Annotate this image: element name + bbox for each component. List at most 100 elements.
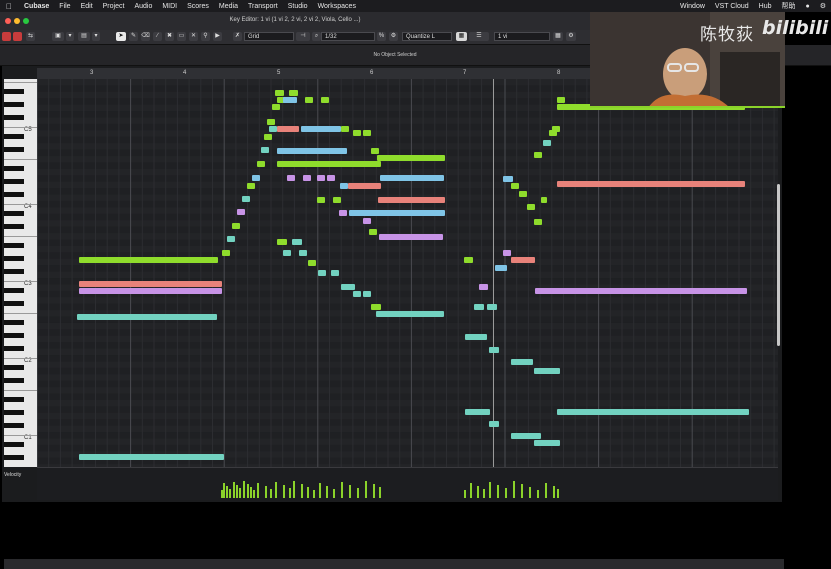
info-icon[interactable]: ▤ [78, 32, 90, 41]
midi-note[interactable] [557, 97, 565, 103]
menu-audio[interactable]: Audio [129, 3, 157, 10]
quantize-length-select[interactable]: Quantize L [402, 32, 452, 41]
menu-file[interactable]: File [54, 3, 75, 10]
midi-note[interactable] [308, 260, 316, 266]
midi-note[interactable] [277, 161, 381, 167]
midi-note[interactable] [277, 239, 287, 245]
midi-note[interactable] [247, 183, 255, 189]
velocity-bar[interactable] [307, 487, 309, 498]
black-key[interactable] [4, 397, 24, 403]
line-tool-icon[interactable]: ∕ [153, 32, 162, 41]
list-icon[interactable]: ☰ [469, 32, 489, 41]
midi-note[interactable] [474, 304, 484, 310]
menu-help[interactable]: 帮助 [776, 1, 800, 11]
midi-note[interactable] [79, 454, 224, 460]
black-key[interactable] [4, 422, 24, 428]
midi-note[interactable] [327, 175, 335, 181]
velocity-bar[interactable] [239, 488, 241, 498]
black-key[interactable] [4, 114, 24, 120]
midi-note[interactable] [340, 183, 348, 189]
midi-note[interactable] [303, 175, 311, 181]
menu-transport[interactable]: Transport [243, 3, 283, 10]
midi-note[interactable] [275, 90, 284, 96]
midi-note[interactable] [503, 250, 511, 256]
velocity-bar[interactable] [470, 483, 472, 498]
black-key[interactable] [4, 255, 24, 261]
velocity-bar[interactable] [326, 486, 328, 498]
velocity-bar[interactable] [236, 485, 238, 498]
midi-note[interactable] [487, 304, 497, 310]
midi-note[interactable] [252, 175, 260, 181]
menu-media[interactable]: Media [214, 3, 243, 10]
midi-note[interactable] [353, 291, 361, 297]
velocity-bar[interactable] [319, 483, 321, 498]
velocity-bar[interactable] [505, 488, 507, 498]
black-key[interactable] [4, 133, 24, 139]
menu-app-name[interactable]: Cubase [19, 3, 54, 10]
draw-tool-icon[interactable]: ✎ [129, 32, 138, 41]
black-key[interactable] [4, 409, 24, 415]
velocity-bar[interactable] [545, 483, 547, 498]
black-key[interactable] [4, 320, 24, 326]
midi-note[interactable] [318, 270, 326, 276]
record-icon[interactable] [2, 32, 11, 41]
iterative-quantize-icon[interactable]: % [377, 32, 386, 41]
velocity-bar[interactable] [223, 483, 225, 498]
play-tool-icon[interactable]: ▶ [213, 32, 222, 41]
midi-note[interactable] [242, 196, 250, 202]
piano-keyboard[interactable]: C5 C4 C3 C2 C1 [4, 79, 37, 467]
black-key[interactable] [4, 287, 24, 293]
split-tool-icon[interactable]: ✖ [165, 32, 174, 41]
midi-note[interactable] [277, 126, 299, 132]
midi-note[interactable] [277, 148, 347, 154]
grid-relative-icon[interactable]: ⊣ [296, 32, 310, 41]
black-key[interactable] [4, 178, 24, 184]
velocity-bar[interactable] [333, 489, 335, 498]
velocity-bar[interactable] [341, 482, 343, 498]
midi-note[interactable] [465, 409, 490, 415]
black-key[interactable] [4, 101, 24, 107]
horizontal-scrollbar[interactable] [4, 559, 784, 569]
velocity-bar[interactable] [553, 486, 555, 498]
menu-studio[interactable]: Studio [283, 3, 313, 10]
black-key[interactable] [4, 454, 24, 460]
velocity-bar[interactable] [226, 486, 228, 498]
midi-note[interactable] [347, 284, 355, 290]
midi-note[interactable] [283, 97, 297, 103]
midi-note[interactable] [299, 250, 307, 256]
midi-note[interactable] [535, 288, 747, 294]
monitor-icon[interactable] [13, 32, 22, 41]
black-key[interactable] [4, 268, 24, 274]
menu-hub[interactable]: Hub [754, 3, 777, 10]
velocity-bar[interactable] [275, 482, 277, 498]
midi-note[interactable] [79, 288, 222, 294]
status-icon-2[interactable]: ⚙ [815, 2, 831, 10]
midi-note[interactable] [289, 90, 298, 96]
midi-note[interactable] [527, 204, 535, 210]
black-key[interactable] [4, 332, 24, 338]
velocity-bar[interactable] [270, 489, 272, 498]
midi-note[interactable] [534, 440, 560, 446]
midi-note[interactable] [543, 140, 551, 146]
velocity-bar[interactable] [349, 485, 351, 498]
velocity-bar[interactable] [464, 490, 466, 498]
midi-note[interactable] [77, 314, 217, 320]
settings-icon[interactable]: ⚙ [566, 32, 576, 41]
chevron-down-icon-2[interactable]: ▾ [92, 32, 100, 41]
velocity-lane[interactable] [37, 467, 778, 500]
velocity-bar[interactable] [250, 487, 252, 498]
black-key[interactable] [4, 243, 24, 248]
midi-note[interactable] [495, 265, 507, 271]
midi-note[interactable] [376, 311, 444, 317]
menu-project[interactable]: Project [98, 3, 130, 10]
midi-note[interactable] [232, 223, 240, 229]
midi-note[interactable] [292, 239, 302, 245]
quantize-icon[interactable]: ⌕ [312, 32, 321, 41]
eraser-tool-icon[interactable]: ⌫ [141, 32, 150, 41]
midi-note[interactable] [272, 104, 280, 110]
midi-note[interactable] [222, 250, 230, 256]
midi-note[interactable] [348, 183, 381, 189]
midi-note[interactable] [503, 176, 513, 182]
black-key[interactable] [4, 165, 24, 171]
midi-note[interactable] [321, 97, 329, 103]
